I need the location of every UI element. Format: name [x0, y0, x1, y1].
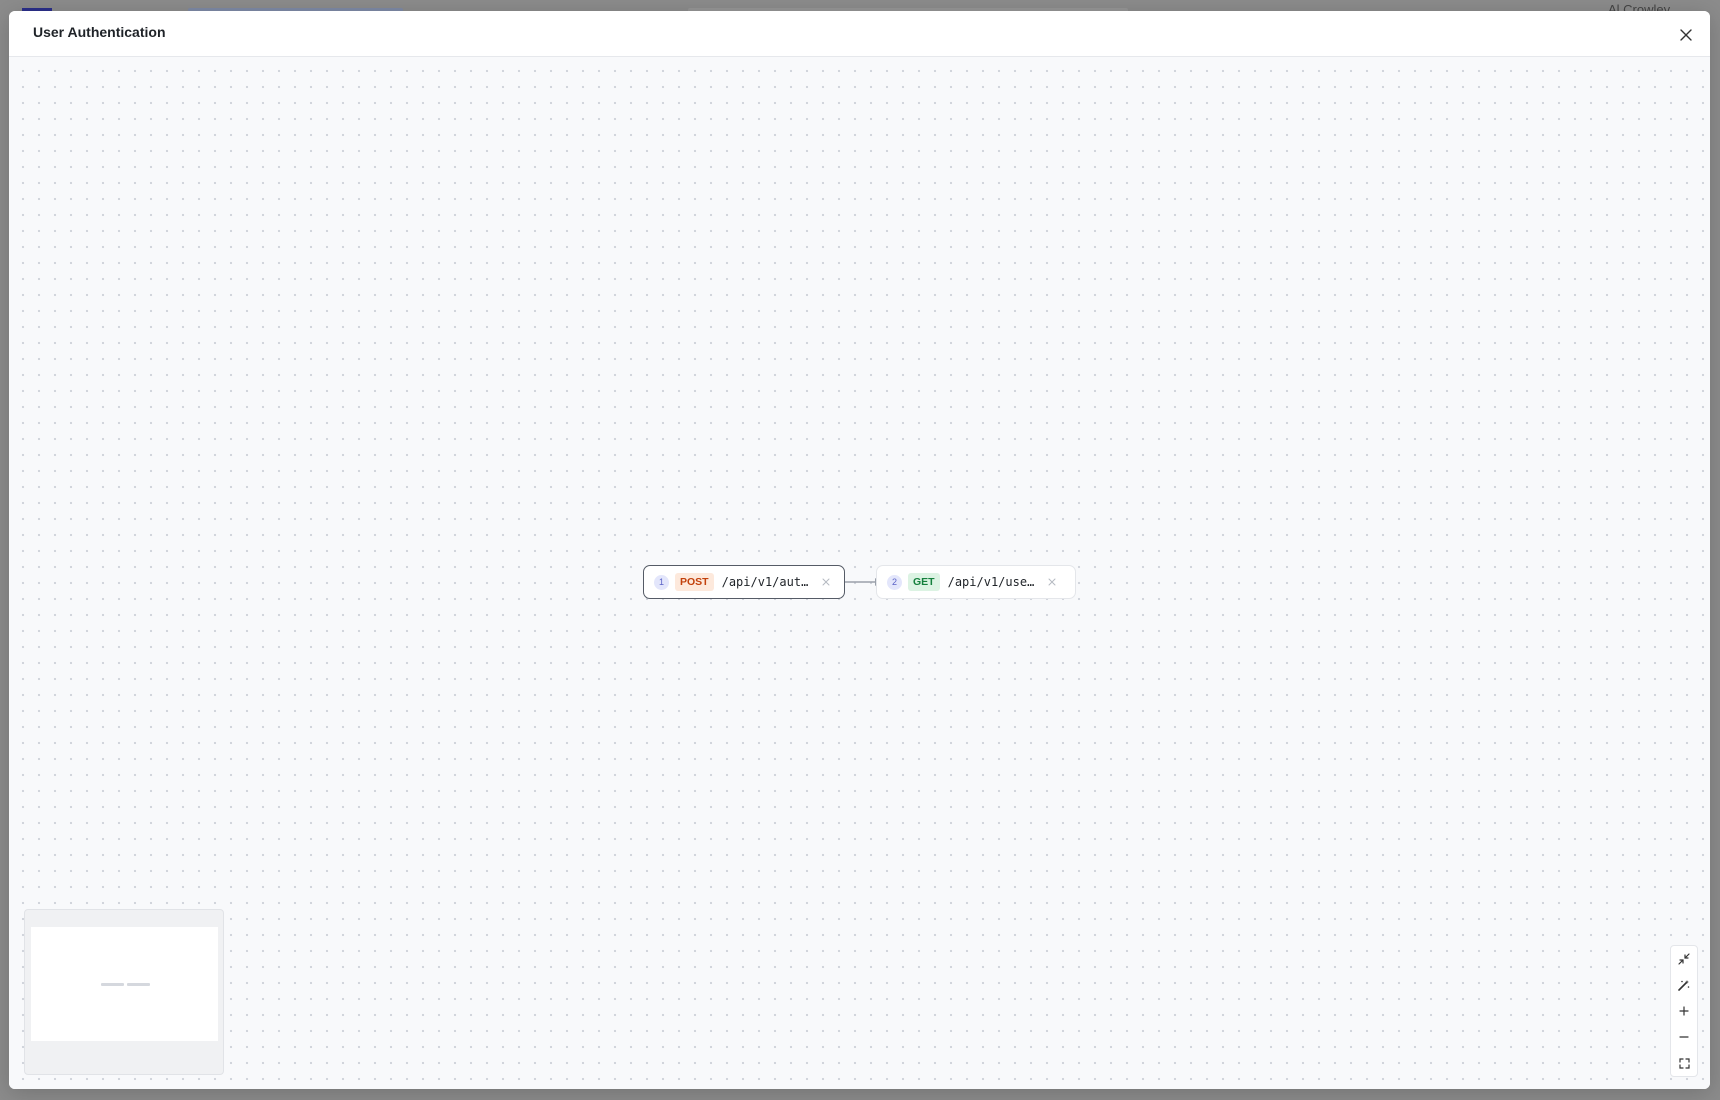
flow-modal: User Authentication 1 POST /api/v1/auth/… [9, 11, 1710, 1089]
method-badge-get: GET [908, 573, 940, 591]
fit-view-button[interactable] [1671, 1050, 1697, 1076]
modal-title: User Authentication [33, 24, 166, 40]
flow-canvas[interactable]: 1 POST /api/v1/auth/login 2 GET /api/v1/… [9, 57, 1710, 1089]
collapse-button[interactable] [1671, 946, 1697, 972]
flow-node-2[interactable]: 2 GET /api/v1/users/me [876, 565, 1076, 599]
close-icon [1680, 29, 1692, 41]
endpoint-path: /api/v1/auth/login [721, 575, 812, 589]
minimap-viewport[interactable] [31, 927, 218, 1041]
zoom-out-icon [1679, 1036, 1689, 1038]
minimap-node [127, 983, 150, 986]
auto-layout-button[interactable] [1671, 972, 1697, 998]
remove-node-button[interactable] [821, 577, 831, 587]
step-number-badge: 2 [887, 574, 902, 590]
magic-wand-icon [1678, 980, 1690, 991]
zoom-out-button[interactable] [1671, 1024, 1697, 1050]
modal-header: User Authentication [9, 11, 1710, 57]
collapse-icon [1678, 953, 1690, 965]
close-button[interactable] [1676, 25, 1696, 45]
close-icon [1048, 578, 1056, 586]
flow-node-1[interactable]: 1 POST /api/v1/auth/login [643, 565, 845, 599]
canvas-controls [1670, 945, 1698, 1077]
minimap[interactable] [24, 909, 224, 1075]
close-icon [822, 578, 830, 586]
minimap-node [101, 983, 124, 986]
zoom-in-icon [1679, 1006, 1689, 1016]
endpoint-path: /api/v1/users/me [947, 575, 1038, 589]
method-badge-post: POST [675, 573, 714, 591]
zoom-in-button[interactable] [1671, 998, 1697, 1024]
remove-node-button[interactable] [1047, 577, 1057, 587]
fit-view-icon [1678, 1057, 1690, 1069]
step-number-badge: 1 [654, 574, 669, 590]
